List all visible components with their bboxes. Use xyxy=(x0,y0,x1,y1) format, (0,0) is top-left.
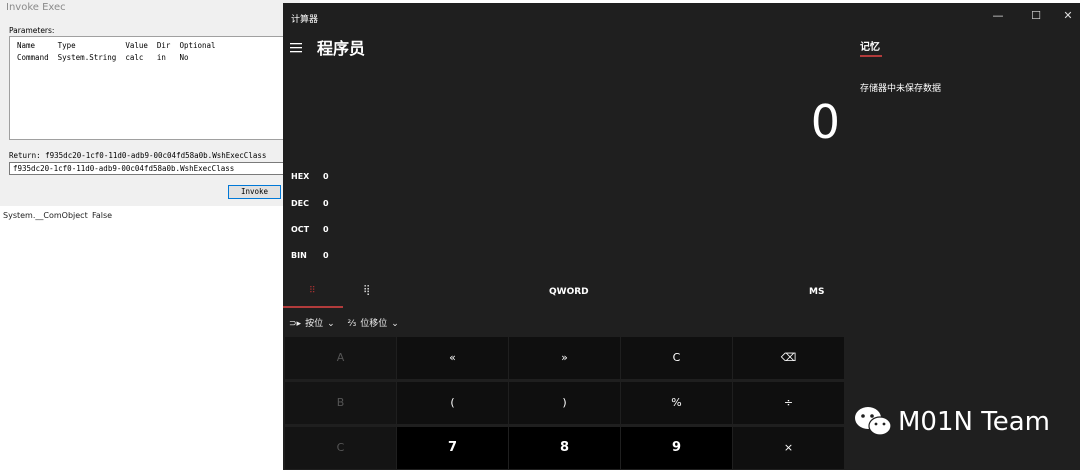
invoke-exec-dialog: Invoke Exec Parameters: Name Type Value … xyxy=(0,0,300,206)
key-open-paren[interactable]: ( xyxy=(397,382,508,424)
keypad-icon: ⠿ xyxy=(309,286,316,296)
column-header[interactable]: Value xyxy=(120,41,152,53)
bitshift-dropdown[interactable]: 位移位 xyxy=(360,319,387,329)
base-bin[interactable]: BIN 0 xyxy=(291,251,329,260)
key-clear[interactable]: C xyxy=(621,337,732,379)
hamburger-menu-icon[interactable] xyxy=(290,39,304,53)
parameters-list[interactable]: Name Type Value Dir Optional Command Sys… xyxy=(9,36,299,140)
key-9[interactable]: 9 xyxy=(621,427,732,469)
return-value-field[interactable]: f935dc20-1cf0-11d0-adb9-00c04fd58a0b.Wsh… xyxy=(9,162,299,175)
app-title: 计算器 xyxy=(291,15,319,25)
bitshift-icon: ⅔ xyxy=(347,319,357,329)
wechat-icon xyxy=(855,407,892,436)
column-header[interactable]: Dir xyxy=(152,41,175,53)
list-item-value: False xyxy=(92,211,113,220)
base-label: DEC xyxy=(291,199,309,208)
base-label: BIN xyxy=(291,251,307,260)
base-value: 0 xyxy=(323,225,329,234)
key-7[interactable]: 7 xyxy=(397,427,508,469)
base-label: OCT xyxy=(291,225,310,234)
key-multiply[interactable]: × xyxy=(733,427,844,469)
bit-toggle-keypad-icon[interactable]: ⢿ xyxy=(363,285,370,296)
base-oct[interactable]: OCT 0 xyxy=(291,225,329,234)
column-header[interactable]: Type xyxy=(53,41,121,53)
dialog-title: Invoke Exec xyxy=(6,2,66,13)
key-divide[interactable]: ÷ xyxy=(733,382,844,424)
invoke-button[interactable]: Invoke xyxy=(228,185,281,199)
tab-full-keypad[interactable]: ⠿ xyxy=(283,282,343,308)
backspace-icon[interactable]: ⌫ xyxy=(733,337,844,379)
chevron-down-icon: ⌄ xyxy=(327,319,335,329)
return-label: Return: f935dc20-1cf0-11d0-adb9-00c04fd5… xyxy=(9,151,267,160)
key-right-shift[interactable]: » xyxy=(509,337,620,379)
base-value: 0 xyxy=(323,172,329,181)
watermark: M01N Team xyxy=(854,405,1050,445)
bitwise-dropdown[interactable]: 按位 xyxy=(305,319,323,329)
memory-empty-message: 存储器中未保存数据 xyxy=(860,84,942,94)
result-display: 0 xyxy=(810,95,840,149)
key-modulo[interactable]: % xyxy=(621,382,732,424)
bitwise-icon: ⊃▸ xyxy=(289,319,302,329)
base-dec[interactable]: DEC 0 xyxy=(291,199,329,208)
table-cell: No xyxy=(179,53,189,62)
list-item-name: System.__ComObject xyxy=(3,211,88,220)
word-size-button[interactable]: QWORD xyxy=(549,287,589,297)
key-c[interactable]: C xyxy=(285,427,396,469)
table-cell: in xyxy=(156,53,166,62)
mode-title: 程序员 xyxy=(317,39,366,58)
base-value: 0 xyxy=(323,199,329,208)
base-hex[interactable]: HEX 0 xyxy=(291,172,329,181)
watermark-text: M01N Team xyxy=(898,407,1050,437)
key-close-paren[interactable]: ) xyxy=(509,382,620,424)
chevron-down-icon: ⌄ xyxy=(391,319,399,329)
memory-store-button[interactable]: MS xyxy=(809,287,824,297)
table-header: Name Type Value Dir Optional xyxy=(12,41,220,53)
base-value: 0 xyxy=(323,251,329,260)
table-cell: Command xyxy=(17,53,49,62)
maximize-button[interactable]: ☐ xyxy=(1026,7,1046,25)
tab-memory[interactable]: 记忆 xyxy=(860,38,880,53)
table-cell: System.String xyxy=(57,53,117,62)
operations-row: ⊃▸ 按位 ⌄ ⅔ 位移位 ⌄ xyxy=(289,316,403,329)
active-tab-indicator xyxy=(283,306,343,308)
minimize-button[interactable]: — xyxy=(988,7,1008,25)
column-header[interactable]: Name xyxy=(12,41,53,53)
key-b[interactable]: B xyxy=(285,382,396,424)
close-button[interactable]: ✕ xyxy=(1058,7,1078,25)
table-cell: calc xyxy=(125,53,144,62)
keypad-mode-bar: ⠿ ⢿ QWORD MS xyxy=(283,282,843,308)
table-row[interactable]: Command System.String calc in No xyxy=(12,53,220,65)
column-header[interactable]: Optional xyxy=(174,41,219,53)
active-tab-indicator xyxy=(860,55,882,57)
calculator-window: 计算器 — ☐ ✕ 程序员 0 HEX 0 DEC 0 OCT 0 BIN 0 ⠿ ⢿ … xyxy=(283,3,1080,470)
key-left-shift[interactable]: « xyxy=(397,337,508,379)
key-a[interactable]: A xyxy=(285,337,396,379)
key-8[interactable]: 8 xyxy=(509,427,620,469)
base-label: HEX xyxy=(291,172,310,181)
parameters-label: Parameters: xyxy=(9,26,55,35)
parameters-table: Name Type Value Dir Optional Command Sys… xyxy=(12,41,220,65)
